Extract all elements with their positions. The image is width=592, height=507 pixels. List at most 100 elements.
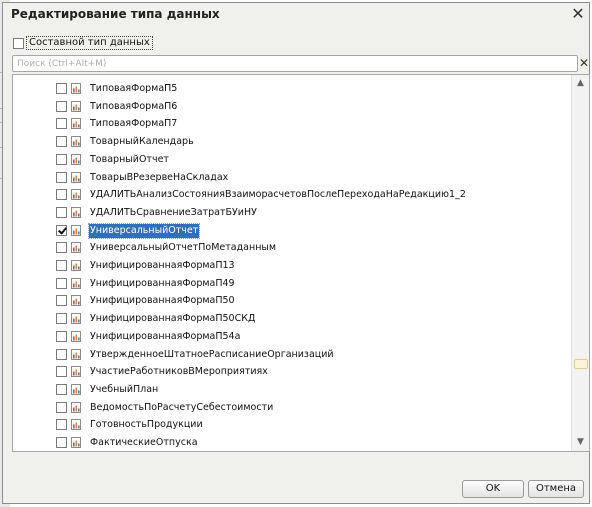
- report-icon: [71, 260, 81, 271]
- composite-type-label[interactable]: Составной тип данных: [26, 36, 153, 50]
- vertical-scrollbar[interactable]: ▲ ▼: [571, 75, 589, 451]
- list-item-label: УнифицированнаяФормаП13: [90, 260, 235, 271]
- list-item-checkbox[interactable]: [56, 171, 67, 183]
- report-icon: [71, 153, 81, 165]
- list-item-checkbox[interactable]: [56, 437, 67, 448]
- list-item-checkbox[interactable]: [56, 83, 67, 94]
- list-item[interactable]: УнифицированнаяФормаП50СКД: [13, 310, 569, 328]
- list-item[interactable]: УнифицированнаяФормаП13: [13, 257, 569, 275]
- list-item[interactable]: ТоварыВРезервеНаСкладах: [13, 169, 569, 187]
- clear-search-icon[interactable]: ✕: [578, 55, 590, 72]
- list-item-checkbox[interactable]: [56, 330, 67, 342]
- scroll-down-arrow-icon[interactable]: ▼: [573, 435, 588, 450]
- report-icon: [71, 313, 81, 325]
- list-item-checkbox[interactable]: [56, 189, 67, 201]
- report-icon: [71, 383, 81, 395]
- list-item-label: ФактическиеОтпуска: [90, 437, 198, 448]
- list-item[interactable]: УнифицированнаяФормаП49: [13, 275, 569, 293]
- list-item[interactable]: УнифицированнаяФормаП54а: [13, 328, 569, 346]
- list-item[interactable]: УниверсальныйОтчетПоМетаданным: [13, 239, 569, 257]
- list-item-label: ГотовностьПродукции: [90, 419, 203, 431]
- list-item-label: ТоварныйКалендарь: [90, 136, 194, 148]
- report-icon: [71, 189, 81, 201]
- scroll-thumb[interactable]: [574, 358, 588, 369]
- list-item-label: УнифицированнаяФормаП50СКД: [90, 313, 256, 325]
- list-item-checkbox[interactable]: [56, 224, 67, 236]
- list-item[interactable]: УниверсальныйОтчет: [13, 222, 569, 240]
- title-bar: Редактирование типа данных ✕: [3, 3, 589, 27]
- list-item[interactable]: ГотовностьПродукции: [13, 416, 569, 434]
- list-item-label: УДАЛИТЬСравнениеЗатратБУиНУ: [90, 206, 257, 218]
- list-item[interactable]: ТоварныйОтчет: [13, 151, 569, 169]
- list-item-checkbox[interactable]: [56, 136, 67, 148]
- report-icon: [71, 295, 81, 307]
- report-icon: [71, 401, 81, 413]
- report-icon: [71, 437, 81, 448]
- list-item[interactable]: ТиповаяФормаП5: [13, 80, 569, 98]
- list-item-label: ВедомостьПоРасчетуСебестоимости: [90, 401, 274, 413]
- list-item[interactable]: УчастиеРаботниковВМероприятиях: [13, 363, 569, 381]
- report-icon: [71, 83, 81, 94]
- scroll-up-arrow-icon[interactable]: ▲: [573, 76, 588, 91]
- list-item-label: УчебныйПлан: [90, 383, 159, 395]
- report-icon: [71, 100, 81, 112]
- list-item[interactable]: ТиповаяФормаП6: [13, 98, 569, 116]
- report-icon: [71, 330, 81, 342]
- list-item-checkbox[interactable]: [56, 401, 67, 413]
- search-input[interactable]: [12, 55, 578, 72]
- list-item-checkbox[interactable]: [56, 242, 67, 254]
- list-item-checkbox[interactable]: [56, 153, 67, 165]
- type-list[interactable]: ТиповаяФормаП5 ТиповаяФормаП6 ТиповаяФорма…: [12, 74, 590, 452]
- report-icon: [71, 224, 81, 236]
- list-item[interactable]: УнифицированнаяФормаП50: [13, 292, 569, 310]
- cancel-button[interactable]: Отмена: [528, 480, 584, 498]
- list-item-label: УДАЛИТЬАнализСостоянияВзаиморасчетовПосл…: [90, 189, 466, 201]
- list-item-checkbox[interactable]: [56, 348, 67, 360]
- list-item[interactable]: УчебныйПлан: [13, 381, 569, 399]
- list-item-checkbox[interactable]: [56, 419, 67, 431]
- report-icon: [71, 366, 81, 378]
- report-icon: [71, 277, 81, 289]
- list-item[interactable]: УДАЛИТЬСравнениеЗатратБУиНУ: [13, 204, 569, 222]
- list-item-checkbox[interactable]: [56, 383, 67, 395]
- list-item-checkbox[interactable]: [56, 313, 67, 325]
- list-item-label: ТиповаяФормаП7: [90, 118, 178, 130]
- composite-type-option[interactable]: Составной тип данных: [13, 36, 153, 50]
- report-icon: [71, 419, 81, 431]
- list-item[interactable]: ТиповаяФормаП7: [13, 115, 569, 133]
- report-icon: [71, 171, 81, 183]
- list-item[interactable]: УДАЛИТЬАнализСостоянияВзаиморасчетовПосл…: [13, 186, 569, 204]
- close-icon[interactable]: ✕: [569, 4, 587, 24]
- list-item-label: ТиповаяФормаП5: [90, 83, 178, 94]
- list-item-label: ТоварныйОтчет: [90, 153, 169, 165]
- report-icon: [71, 206, 81, 218]
- dialog-title: Редактирование типа данных: [11, 7, 220, 21]
- list-item-label: УтвержденноеШтатноеРасписаниеОрганизаций: [90, 348, 334, 360]
- list-item-label: УнифицированнаяФормаП49: [90, 277, 235, 289]
- list-item-checkbox[interactable]: [56, 366, 67, 378]
- list-item[interactable]: УтвержденноеШтатноеРасписаниеОрганизаций: [13, 346, 569, 364]
- list-item-label: УниверсальныйОтчет: [87, 222, 201, 239]
- edit-data-type-dialog: Редактирование типа данных ✕ Составной т…: [2, 2, 590, 504]
- list-item[interactable]: ФактическиеОтпуска: [13, 434, 569, 451]
- list-item-label: ТиповаяФормаП6: [90, 100, 178, 112]
- list-item-label: УниверсальныйОтчетПоМетаданным: [90, 242, 277, 254]
- ok-button[interactable]: OK: [462, 480, 524, 498]
- list-item-checkbox[interactable]: [56, 100, 67, 112]
- report-icon: [71, 118, 81, 130]
- report-icon: [71, 348, 81, 360]
- list-item-label: ТоварыВРезервеНаСкладах: [90, 171, 229, 183]
- list-item-checkbox[interactable]: [56, 277, 67, 289]
- list-item-checkbox[interactable]: [56, 118, 67, 130]
- list-item[interactable]: ТоварныйКалендарь: [13, 133, 569, 151]
- list-item-checkbox[interactable]: [56, 206, 67, 218]
- list-item-label: УнифицированнаяФормаП50: [90, 295, 235, 307]
- composite-type-checkbox[interactable]: [13, 37, 24, 49]
- list-item-label: УнифицированнаяФормаП54а: [90, 330, 241, 342]
- list-item[interactable]: ВедомостьПоРасчетуСебестоимости: [13, 399, 569, 417]
- list-item-checkbox[interactable]: [56, 260, 67, 271]
- list-item-checkbox[interactable]: [56, 295, 67, 307]
- report-icon: [71, 136, 81, 148]
- list-item-label: УчастиеРаботниковВМероприятиях: [90, 366, 268, 378]
- report-icon: [71, 242, 81, 254]
